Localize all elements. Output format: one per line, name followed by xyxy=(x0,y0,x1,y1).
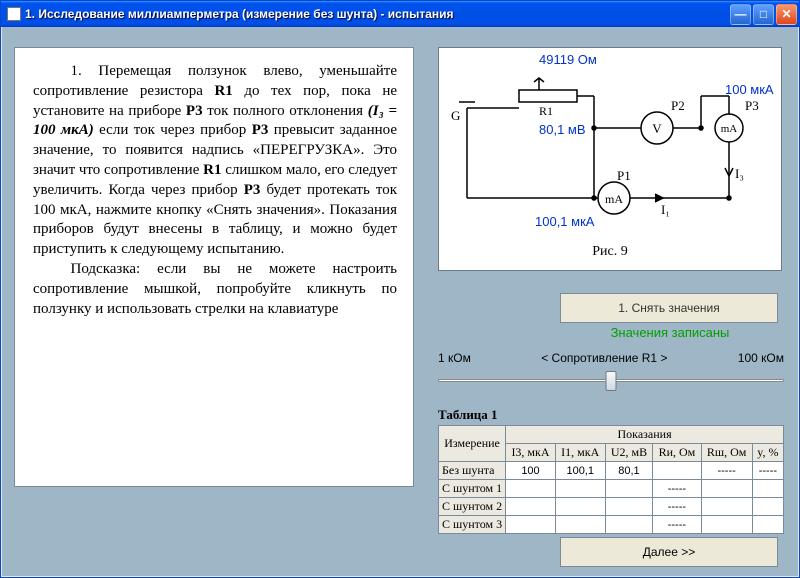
th-measure: Измерение xyxy=(439,426,506,462)
i3-label: I₃ xyxy=(735,166,744,182)
results-table: Измерение Показания I3, мкА I1, мкА U2, … xyxy=(438,425,784,534)
slider-thumb[interactable] xyxy=(606,371,617,391)
p3-label: P3 xyxy=(745,98,759,114)
titlebar: 1. Исследование миллиамперметра (измерен… xyxy=(1,1,799,27)
slider-max-label: 100 кОм xyxy=(738,351,784,365)
th-rsh: Rш, Ом xyxy=(701,444,752,462)
r1-slider-area: 1 кОм < Сопротивление R1 > 100 кОм xyxy=(438,351,784,393)
table-row: Без шунта 100 100,1 80,1 ----- ----- xyxy=(439,462,784,480)
client-area: 1. Перемещая ползунок влево, уменьшайте … xyxy=(2,27,798,576)
th-i3: I3, мкА xyxy=(506,444,556,462)
maximize-button[interactable]: □ xyxy=(753,4,774,25)
instruction-paragraph-2: Подсказка: если вы не можете настроить с… xyxy=(33,260,397,319)
svg-text:mA: mA xyxy=(721,123,738,135)
slider-min-label: 1 кОм xyxy=(438,351,471,365)
p3-ua-value: 100 мкА xyxy=(725,82,774,97)
i1-label: I₁ xyxy=(661,202,670,218)
take-readings-button[interactable]: 1. Снять значения xyxy=(560,293,778,323)
svg-text:V: V xyxy=(652,121,662,136)
next-button[interactable]: Далее >> xyxy=(560,537,778,567)
p2-label: P2 xyxy=(671,98,685,114)
th-i1: I1, мкА xyxy=(555,444,605,462)
figure-caption: Рис. 9 xyxy=(439,244,781,260)
svg-text:mA: mA xyxy=(605,192,623,206)
results-table-area: Таблица 1 Измерение Показания I3, мкА I1… xyxy=(438,407,784,534)
instruction-paragraph-1: 1. Перемещая ползунок влево, уменьшайте … xyxy=(33,62,397,260)
status-message: Значения записаны xyxy=(560,325,780,340)
p1-ua-value: 100,1 мкА xyxy=(535,214,594,229)
circuit-diagram: V mA mA 49119 Ом 80,1 мВ 100 мкА 100,1 м… xyxy=(438,47,782,271)
app-icon xyxy=(7,7,21,21)
th-y: y, % xyxy=(752,444,783,462)
th-ri: Rи, Ом xyxy=(653,444,701,462)
table-row: С шунтом 1 ----- xyxy=(439,480,784,498)
window-title: 1. Исследование миллиамперметра (измерен… xyxy=(25,7,730,21)
p1-label: P1 xyxy=(617,168,631,184)
app-window: 1. Исследование миллиамперметра (измерен… xyxy=(0,0,800,578)
instructions-panel: 1. Перемещая ползунок влево, уменьшайте … xyxy=(14,47,414,487)
table-row: С шунтом 2 ----- xyxy=(439,498,784,516)
table-title: Таблица 1 xyxy=(438,407,784,423)
r1-slider[interactable] xyxy=(438,369,784,393)
th-u2: U2, мВ xyxy=(605,444,653,462)
close-button[interactable]: ✕ xyxy=(776,4,797,25)
th-readings: Показания xyxy=(506,426,784,444)
r1-label: R1 xyxy=(539,104,553,119)
slider-name-label: < Сопротивление R1 > xyxy=(541,351,667,365)
table-row: С шунтом 3 ----- xyxy=(439,516,784,534)
p2-mv-value: 80,1 мВ xyxy=(539,122,586,137)
r1-ohm-value: 49119 Ом xyxy=(539,52,597,67)
minimize-button[interactable]: — xyxy=(730,4,751,25)
g-label: G xyxy=(451,108,460,124)
